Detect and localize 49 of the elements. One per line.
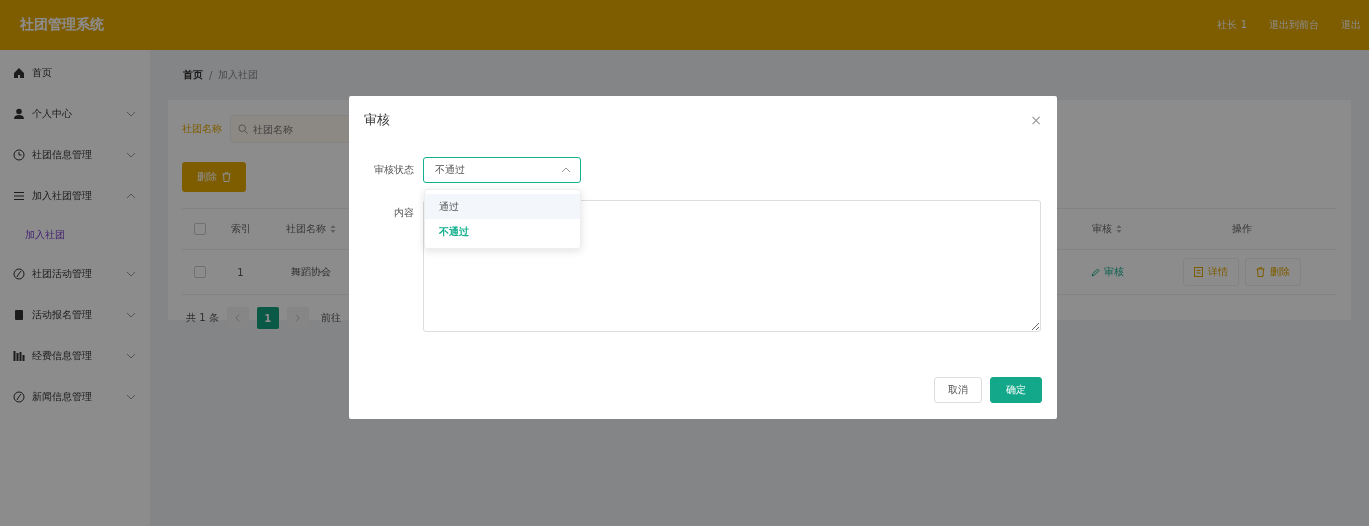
pencil-icon xyxy=(1090,267,1100,277)
select-field[interactable]: 不通过 xyxy=(423,157,581,183)
search-icon xyxy=(238,124,248,134)
cancel-button[interactable]: 取消 xyxy=(934,377,982,403)
table-cell: 1 xyxy=(237,266,244,278)
breadcrumb-separator: / xyxy=(209,69,213,81)
dropdown-option[interactable]: 通过 xyxy=(425,194,580,219)
compass-icon xyxy=(13,267,25,280)
goto-label: 前往 xyxy=(320,311,341,325)
dropdown-option[interactable]: 不通过 xyxy=(425,219,580,244)
list-icon xyxy=(13,189,25,202)
column-header: 索引 xyxy=(230,222,251,236)
chevron-left-icon xyxy=(235,314,241,322)
sidebar-item[interactable]: 社团活动管理 xyxy=(0,253,150,294)
chart-icon xyxy=(13,349,25,362)
breadcrumb-item[interactable]: 首页 xyxy=(183,68,203,82)
field-label: 社团名称 xyxy=(182,122,222,136)
sidebar-item[interactable]: 经费信息管理 xyxy=(0,335,150,376)
compass-icon xyxy=(13,390,25,403)
document-icon xyxy=(1194,267,1203,277)
user-icon xyxy=(13,107,25,120)
sidebar-subitem[interactable]: 加入社团 xyxy=(0,216,150,253)
select-all-checkbox[interactable] xyxy=(194,223,206,235)
page-button[interactable]: 1 xyxy=(256,307,279,329)
clock-icon xyxy=(13,148,25,161)
sidebar-item[interactable]: 加入社团管理 xyxy=(0,175,150,216)
user-name: 社长 1 xyxy=(1217,18,1247,32)
sidebar-item[interactable]: 活动报名管理 xyxy=(0,294,150,335)
chevron-right-icon xyxy=(295,314,301,322)
sidebar-item[interactable]: 新闻信息管理 xyxy=(0,376,150,417)
field-label: 审核状态 xyxy=(373,163,414,177)
row-checkbox[interactable] xyxy=(194,266,206,278)
book-icon xyxy=(13,308,25,321)
trash-icon xyxy=(222,172,231,182)
close-button[interactable]: × xyxy=(1030,112,1042,128)
trash-icon xyxy=(1256,267,1265,277)
table-cell: 舞蹈协会 xyxy=(290,265,331,279)
column-header: 社团名称 xyxy=(285,222,326,236)
column-header: 操作 xyxy=(1232,222,1252,236)
chevron-up-icon xyxy=(561,167,571,173)
sidebar-item[interactable]: 社团信息管理 xyxy=(0,134,150,175)
sidebar-item[interactable]: 个人中心 xyxy=(0,93,150,134)
app-title: 社团管理系统 xyxy=(20,16,104,34)
home-icon xyxy=(13,66,25,79)
column-header: 审核 xyxy=(1092,222,1112,236)
field-label: 内容 xyxy=(393,206,414,220)
total-count: 共 1 条 xyxy=(186,311,219,325)
confirm-button[interactable]: 确定 xyxy=(990,377,1042,403)
sidebar-item[interactable]: 首页 xyxy=(0,52,150,93)
